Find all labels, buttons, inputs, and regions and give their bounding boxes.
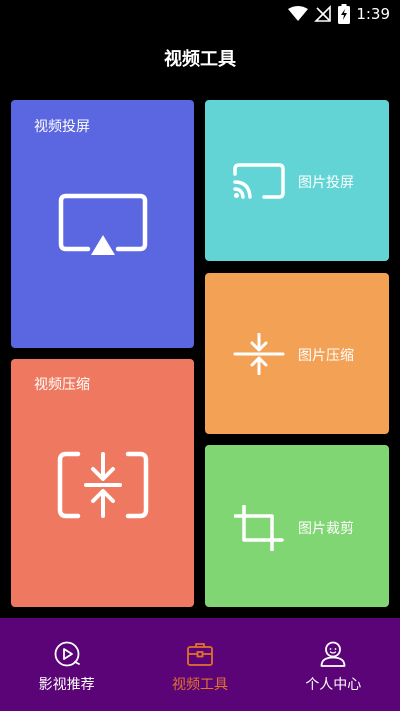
screen-cast-icon (58, 193, 148, 255)
nav-label-recommend: 影视推荐 (38, 677, 95, 693)
wifi-icon (288, 6, 309, 21)
compress-icon (233, 333, 285, 375)
crop-icon (234, 505, 284, 551)
status-time: 1:39 (356, 5, 390, 23)
play-circle-icon (54, 641, 80, 667)
status-bar: 1:39 (0, 0, 400, 28)
nav-item-video-tools[interactable]: 视频工具 (133, 618, 266, 711)
video-compress-card[interactable]: 视频压缩 (11, 359, 194, 607)
image-compress-label: 图片压缩 (298, 348, 354, 364)
cast-icon (233, 163, 285, 199)
toolbox-icon (187, 643, 213, 666)
nav-label-profile: 个人中心 (305, 677, 362, 693)
no-signal-icon (314, 5, 332, 22)
status-icons: 1:39 (288, 3, 390, 25)
image-crop-label: 图片裁剪 (298, 521, 354, 537)
video-compress-label: 视频压缩 (34, 377, 90, 393)
image-cast-card[interactable]: 图片投屏 (205, 100, 389, 261)
nav-item-profile[interactable]: 个人中心 (267, 618, 400, 711)
video-cast-card[interactable]: 视频投屏 (11, 100, 194, 348)
image-crop-card[interactable]: 图片裁剪 (205, 445, 389, 607)
nav-label-video-tools: 视频工具 (171, 677, 228, 693)
compress-video-icon (57, 451, 149, 519)
image-compress-card[interactable]: 图片压缩 (205, 273, 389, 434)
page-title: 视频工具 (164, 49, 236, 70)
image-cast-label: 图片投屏 (298, 175, 354, 191)
battery-charging-icon (338, 4, 351, 24)
video-cast-label: 视频投屏 (34, 119, 90, 135)
nav-item-recommend[interactable]: 影视推荐 (0, 618, 133, 711)
person-icon (320, 641, 346, 667)
bottom-nav: 影视推荐 视频工具 个人中心 (0, 618, 400, 711)
